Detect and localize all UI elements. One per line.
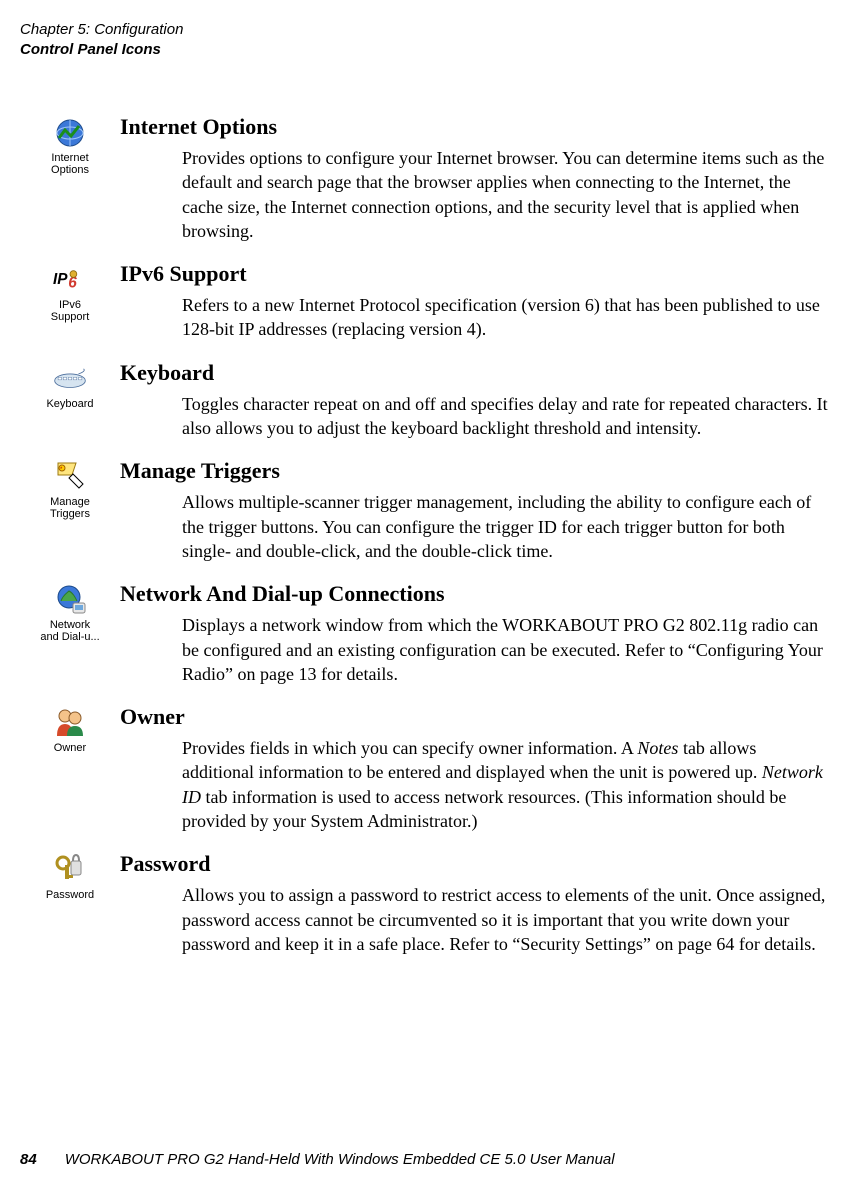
icon-column: Network and Dial-u...	[20, 581, 120, 643]
icon-column: Keyboard	[20, 360, 120, 410]
section-network: Network and Dial-u... Network And Dial-u…	[20, 581, 829, 686]
icon-column: IP 6 IPv6 Support	[20, 261, 120, 323]
section-body: Provides fields in which you can specify…	[182, 736, 829, 833]
manual-title: WORKABOUT PRO G2 Hand-Held With Windows …	[65, 1151, 615, 1168]
chapter-line: Chapter 5: Configuration	[20, 20, 829, 40]
icon-column: Internet Options	[20, 114, 120, 176]
icon-column: Password	[20, 851, 120, 901]
password-icon	[53, 853, 87, 887]
section-body: Allows you to assign a password to restr…	[182, 883, 829, 956]
ipv6-support-icon: IP 6	[53, 263, 87, 297]
section-title: Keyboard	[120, 360, 829, 386]
section-body: Refers to a new Internet Protocol specif…	[182, 293, 829, 342]
section-owner: Owner Owner Provides fields in which you…	[20, 704, 829, 833]
internet-options-icon	[53, 116, 87, 150]
icon-label: Network and Dial-u...	[40, 619, 99, 643]
body-pre: Provides fields in which you can specify…	[182, 738, 637, 758]
icon-label: Internet Options	[51, 152, 89, 176]
section-title: Password	[120, 851, 829, 877]
network-icon	[53, 583, 87, 617]
section-body: Allows multiple-scanner trigger manageme…	[182, 490, 829, 563]
section-manage-triggers: * Manage Triggers Manage Triggers Allows…	[20, 458, 829, 563]
body-post: tab information is used to access networ…	[182, 787, 786, 831]
page-header: Chapter 5: Configuration Control Panel I…	[20, 20, 829, 59]
icon-label: Password	[46, 889, 94, 901]
page-number: 84	[20, 1151, 37, 1168]
section-title: Internet Options	[120, 114, 829, 140]
section-internet-options: Internet Options Internet Options Provid…	[20, 114, 829, 243]
body-notes: Notes	[637, 738, 678, 758]
icon-label: Manage Triggers	[50, 496, 90, 520]
section-title: Owner	[120, 704, 829, 730]
section-keyboard: Keyboard Keyboard Toggles character repe…	[20, 360, 829, 441]
icon-column: Owner	[20, 704, 120, 754]
icon-column: * Manage Triggers	[20, 458, 120, 520]
keyboard-icon	[53, 362, 87, 396]
section-body: Provides options to configure your Inter…	[182, 146, 829, 243]
section-ipv6-support: IP 6 IPv6 Support IPv6 Support Refers to…	[20, 261, 829, 342]
page-footer: 84 WORKABOUT PRO G2 Hand-Held With Window…	[20, 1151, 615, 1168]
section-title: Manage Triggers	[120, 458, 829, 484]
section-body: Toggles character repeat on and off and …	[182, 392, 829, 441]
icon-label: IPv6 Support	[51, 299, 90, 323]
section-body: Displays a network window from which the…	[182, 613, 829, 686]
section-title: Network And Dial-up Connections	[120, 581, 829, 607]
section-title: IPv6 Support	[120, 261, 829, 287]
manage-triggers-icon: *	[53, 460, 87, 494]
icon-label: Owner	[54, 742, 86, 754]
section-password: Password Password Allows you to assign a…	[20, 851, 829, 956]
svg-text:IP: IP	[53, 271, 68, 288]
icon-label: Keyboard	[46, 398, 93, 410]
section-path: Control Panel Icons	[20, 40, 829, 60]
owner-icon	[53, 706, 87, 740]
